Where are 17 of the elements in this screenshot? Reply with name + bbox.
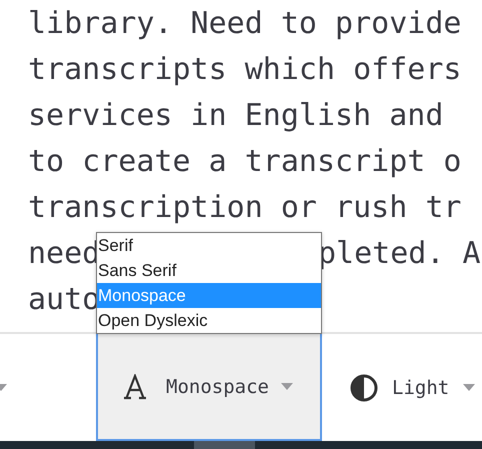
paragraph-text: transcripts which offers (28, 52, 462, 86)
scrollbar[interactable] (0, 441, 482, 449)
scrollbar-thumb[interactable] (194, 441, 255, 449)
paragraph-text: pleted. A (318, 236, 481, 270)
caret-icon (280, 383, 293, 390)
paragraph-text: transcription or rush tr (28, 190, 462, 224)
letter-icon (122, 374, 148, 400)
font-select[interactable]: Monospace (96, 332, 322, 441)
paragraph-text: services in English and (28, 98, 444, 132)
caret-icon (463, 384, 476, 391)
caret-icon[interactable] (0, 384, 7, 391)
font-option[interactable]: Sans Serif (97, 258, 321, 283)
paragraph-text: to create a transcript o (28, 144, 462, 178)
font-option[interactable]: Serif (97, 233, 321, 258)
paragraph-text: library. Need to provide (28, 6, 462, 40)
contrast-icon (350, 374, 378, 402)
theme-select[interactable]: Light (322, 334, 476, 441)
